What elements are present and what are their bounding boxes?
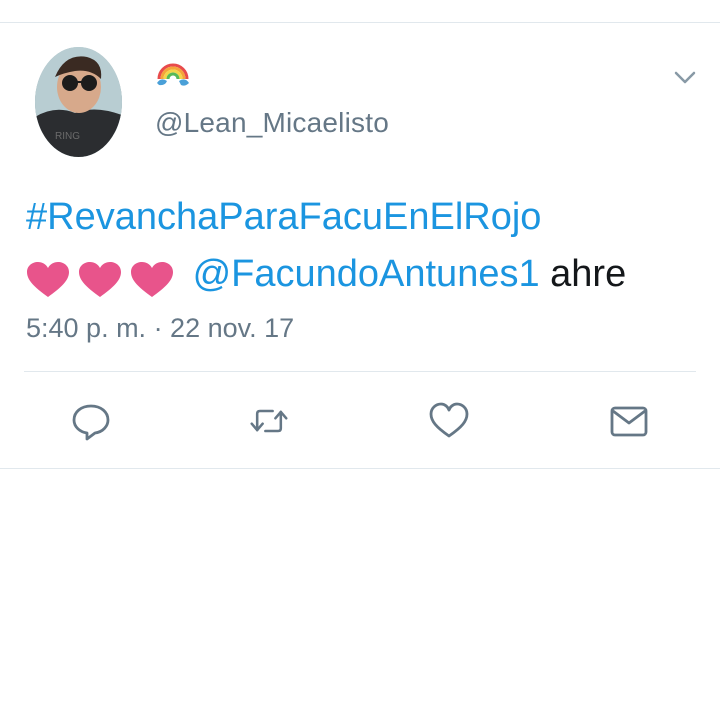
- avatar[interactable]: RING: [35, 47, 122, 157]
- direct-message-icon[interactable]: [609, 401, 649, 441]
- user-handle[interactable]: @Lean_Micaelisto: [155, 107, 389, 139]
- svg-text:RING: RING: [55, 131, 80, 142]
- mention-link[interactable]: @FacundoAntunes1: [193, 253, 540, 295]
- tweet-actions: [0, 401, 720, 441]
- heart-emoji-icon: [131, 261, 173, 297]
- heart-emoji-icon: [27, 261, 69, 297]
- tweet-timestamp[interactable]: 5:40 p. m. · 22 nov. 17: [26, 313, 294, 344]
- divider: [24, 371, 696, 372]
- tweet-text: #RevanchaParaFacuEnElRojo @FacundoAntune…: [26, 189, 706, 307]
- chevron-down-icon[interactable]: [672, 67, 698, 87]
- like-icon[interactable]: [429, 401, 469, 441]
- tweet-card: RING @Lean_Micaelisto #RevanchaParaFacuE…: [0, 23, 720, 469]
- retweet-icon[interactable]: [249, 401, 289, 441]
- heart-emojis: [26, 250, 182, 307]
- hashtag-link[interactable]: #RevanchaParaFacuEnElRojo: [26, 196, 541, 238]
- top-bar-separator: [0, 0, 720, 23]
- heart-emoji-icon: [79, 261, 121, 297]
- rainbow-emoji-icon: [155, 61, 195, 89]
- tweet-text-suffix: ahre: [539, 253, 627, 295]
- reply-icon[interactable]: [71, 401, 111, 441]
